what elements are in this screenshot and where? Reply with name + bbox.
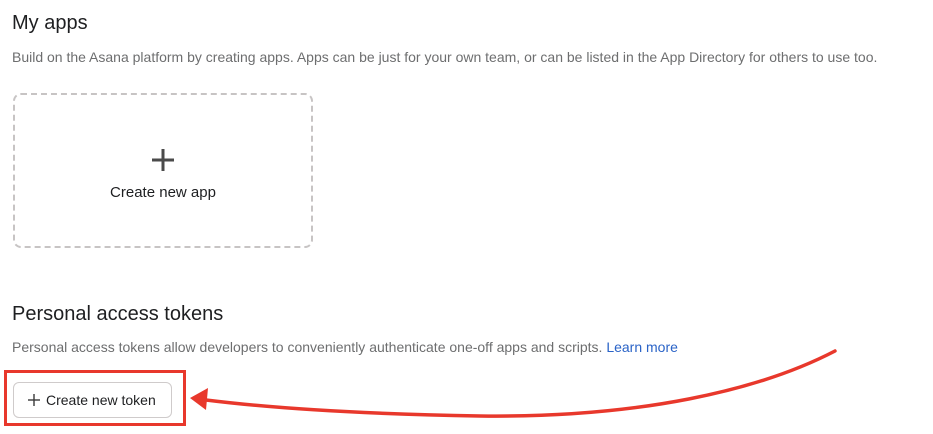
- learn-more-link[interactable]: Learn more: [606, 339, 678, 355]
- my-apps-heading: My apps: [12, 12, 88, 34]
- create-new-token-label: Create new token: [46, 392, 156, 408]
- tokens-description-text: Personal access tokens allow developers …: [12, 339, 603, 355]
- plus-icon: [152, 149, 174, 171]
- create-new-app-label: Create new app: [110, 184, 216, 201]
- plus-icon: [28, 394, 40, 406]
- personal-access-tokens-heading: Personal access tokens: [12, 303, 224, 325]
- personal-access-tokens-description: Personal access tokens allow developers …: [12, 337, 678, 357]
- developer-console-page: My apps Build on the Asana platform by c…: [0, 0, 933, 434]
- create-new-app-card[interactable]: Create new app: [13, 93, 313, 248]
- create-new-token-button[interactable]: Create new token: [13, 382, 172, 418]
- my-apps-description: Build on the Asana platform by creating …: [12, 49, 878, 65]
